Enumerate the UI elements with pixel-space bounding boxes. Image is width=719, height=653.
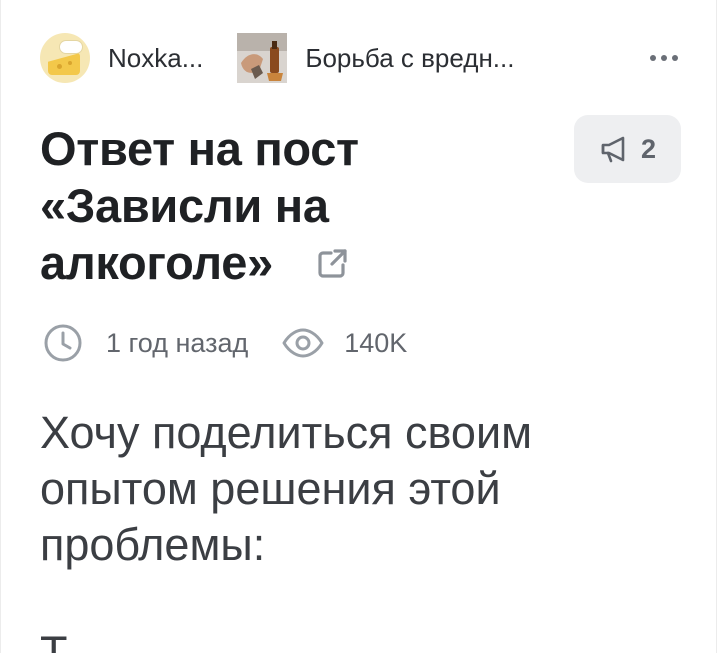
more-options-button[interactable] xyxy=(648,49,680,67)
external-link-icon[interactable] xyxy=(315,247,349,281)
more-horizontal-icon xyxy=(650,55,656,61)
post-title-line3[interactable]: алкоголе» xyxy=(40,236,273,289)
post-title-line1[interactable]: Ответ на пост xyxy=(40,122,359,175)
clock-icon xyxy=(44,324,82,362)
views-count: 140K xyxy=(344,327,408,358)
post-body-next-paragraph: Т xyxy=(40,627,68,653)
post-time: 1 год назад xyxy=(106,327,249,358)
community-chip[interactable]: Борьба с вредн... xyxy=(203,33,514,83)
post-body-line2: опытом решения этой xyxy=(40,463,501,514)
megaphone-icon xyxy=(601,136,625,163)
eye-icon xyxy=(282,328,324,358)
shares-count: 2 xyxy=(640,133,657,164)
community-name[interactable]: Борьба с вредн... xyxy=(305,43,514,74)
post-title[interactable]: Ответ на пост «Зависли на алкоголе» xyxy=(40,120,480,291)
post-body: Хочу поделиться своим опытом решения это… xyxy=(40,405,680,573)
share-button[interactable]: 2 xyxy=(574,115,681,183)
post-header: Noxka... Борьба с вредн... xyxy=(40,32,680,84)
cheese-avatar-icon[interactable] xyxy=(40,33,90,83)
author-chip[interactable]: Noxka... xyxy=(40,33,203,83)
post-meta: 1 год назад 140K xyxy=(42,321,407,365)
post-title-line2[interactable]: «Зависли на xyxy=(40,179,329,232)
alcohol-hands-thumbnail-icon[interactable] xyxy=(237,33,288,83)
post-body-line1: Хочу поделиться своим xyxy=(40,407,533,458)
author-name[interactable]: Noxka... xyxy=(108,43,203,74)
post-body-line3: проблемы: xyxy=(40,519,266,570)
